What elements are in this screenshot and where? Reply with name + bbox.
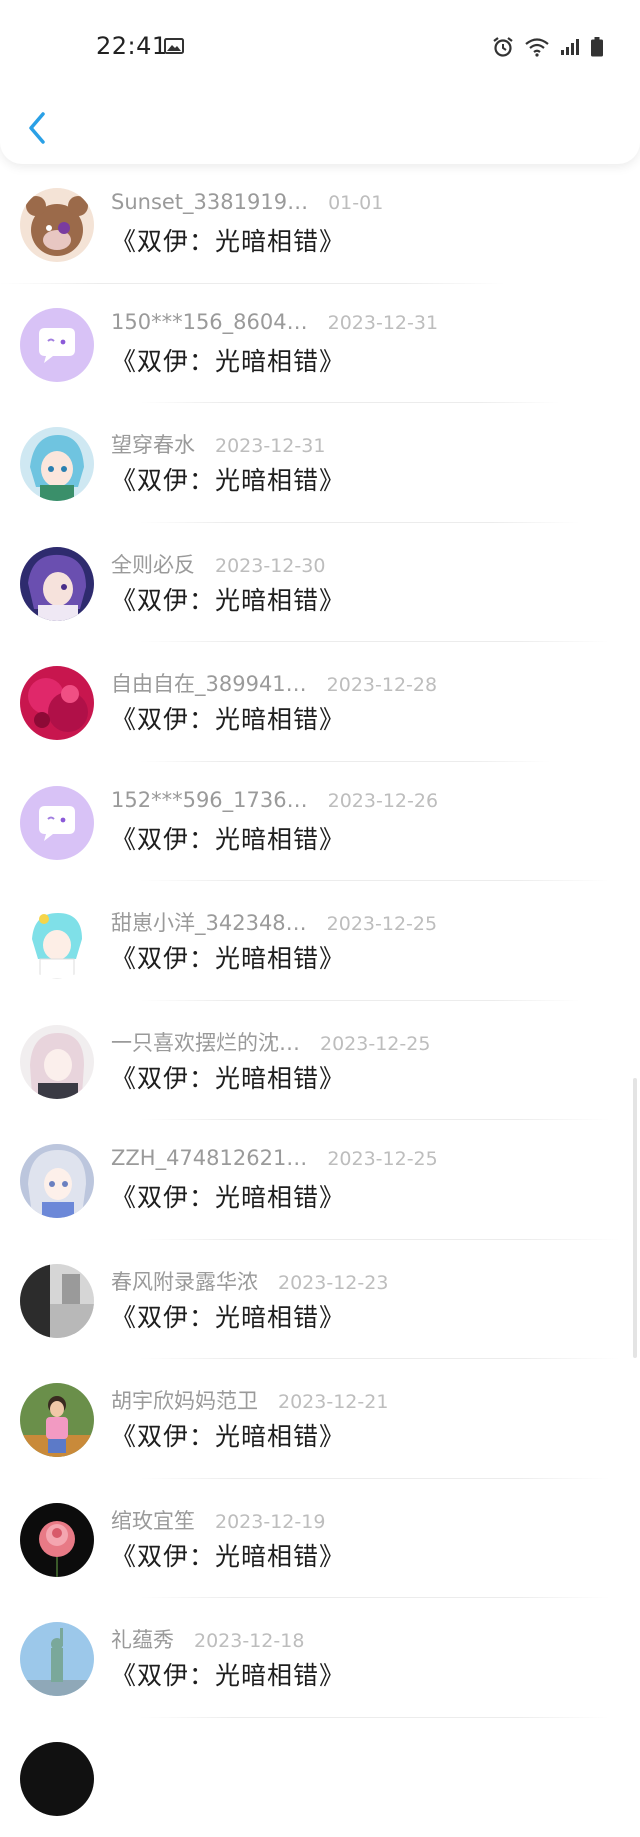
list-item[interactable]: 春风附录露华浓 2023-12-23 《双伊：光暗相错》 [0,1240,640,1360]
avatar[interactable] [20,1144,94,1218]
item-date: 2023-12-25 [320,1033,430,1055]
avatar[interactable] [20,427,94,501]
book-title: 《双伊：光暗相错》 [111,342,345,378]
list-item[interactable]: Sunset_3381919… 01-01 《双伊：光暗相错》 [0,164,640,284]
user-name: 望穿春水 [111,429,195,459]
book-title: 《双伊：光暗相错》 [111,1178,345,1214]
list-item[interactable]: 礼蕴秀 2023-12-18 《双伊：光暗相错》 [0,1598,640,1718]
user-name: 一只喜欢摆烂的沈… [111,1027,300,1057]
user-name: 自由自在_389941… [111,668,307,698]
reader-list: Sunset_3381919…01-01《双伊：光暗相错》150***156_8… [0,164,640,1837]
chevron-left-icon [27,111,47,145]
item-date: 2023-12-31 [215,435,325,457]
list-item[interactable]: 152***596_1736… 2023-12-26 《双伊：光暗相错》 [0,762,640,882]
book-title: 《双伊：光暗相错》 [111,1059,345,1095]
scrollbar[interactable] [633,1078,637,1358]
item-date: 2023-12-21 [278,1391,388,1413]
book-title: 《双伊：光暗相错》 [111,700,345,736]
avatar[interactable] [20,188,94,262]
back-button[interactable] [22,108,52,148]
list-item[interactable] [0,1718,640,1837]
book-title: 《双伊：光暗相错》 [111,461,345,497]
item-date: 2023-12-30 [215,555,325,577]
list-item[interactable]: 150***156_8604… 2023-12-31 《双伊：光暗相错》 [0,284,640,404]
avatar[interactable] [20,1742,94,1816]
book-title: 《双伊：光暗相错》 [111,222,345,258]
user-name: 胡宇欣妈妈范卫 [111,1385,258,1415]
user-name: 152***596_1736… [111,788,308,812]
user-name: ZZH_474812621… [111,1146,307,1170]
book-title: 《双伊：光暗相错》 [111,1656,345,1692]
top-bar: 22:41 [0,0,640,164]
book-title: 《双伊：光暗相错》 [111,581,345,617]
item-meta: 望穿春水 2023-12-31 [111,429,325,459]
item-date: 01-01 [328,192,383,214]
item-date: 2023-12-23 [278,1272,388,1294]
alarm-icon [492,36,514,58]
user-name: 礼蕴秀 [111,1624,174,1654]
item-meta: 全则必反 2023-12-30 [111,549,325,579]
item-meta: 春风附录露华浓 2023-12-23 [111,1266,388,1296]
item-meta: 绾玫宜笙 2023-12-19 [111,1505,325,1535]
avatar[interactable] [20,308,94,382]
avatar[interactable] [20,1622,94,1696]
avatar[interactable] [20,1264,94,1338]
book-title: 《双伊：光暗相错》 [111,939,345,975]
item-date: 2023-12-25 [327,1148,437,1170]
avatar[interactable] [20,905,94,979]
book-title: 《双伊：光暗相错》 [111,820,345,856]
avatar[interactable] [20,1383,94,1457]
item-meta: 一只喜欢摆烂的沈… 2023-12-25 [111,1027,430,1057]
wifi-icon [524,37,550,57]
list-item[interactable]: 望穿春水 2023-12-31 《双伊：光暗相错》 [0,403,640,523]
avatar[interactable] [20,786,94,860]
item-meta: 甜崽小洋_342348… 2023-12-25 [111,907,437,937]
item-date: 2023-12-25 [327,913,437,935]
list-item[interactable]: ZZH_474812621… 2023-12-25 《双伊：光暗相错》 [0,1120,640,1240]
user-name: Sunset_3381919… [111,190,308,214]
list-item[interactable]: 甜崽小洋_342348… 2023-12-25 《双伊：光暗相错》 [0,881,640,1001]
list-item[interactable]: 一只喜欢摆烂的沈… 2023-12-25 《双伊：光暗相错》 [0,1001,640,1121]
book-title: 《双伊：光暗相错》 [111,1298,345,1334]
user-name: 绾玫宜笙 [111,1505,195,1535]
user-name: 甜崽小洋_342348… [111,907,307,937]
status-time: 22:41 [96,32,168,60]
item-date: 2023-12-28 [327,674,437,696]
book-title: 《双伊：光暗相错》 [111,1417,345,1453]
book-title: 《双伊：光暗相错》 [111,1537,345,1573]
item-meta: 152***596_1736… 2023-12-26 [111,788,438,812]
item-meta: ZZH_474812621… 2023-12-25 [111,1146,438,1170]
item-date: 2023-12-18 [194,1630,304,1652]
battery-icon [590,37,604,57]
user-name: 全则必反 [111,549,195,579]
list-item[interactable]: 自由自在_389941… 2023-12-28 《双伊：光暗相错》 [0,642,640,762]
user-name: 春风附录露华浓 [111,1266,258,1296]
list-item[interactable]: 胡宇欣妈妈范卫 2023-12-21 《双伊：光暗相错》 [0,1359,640,1479]
item-meta: 自由自在_389941… 2023-12-28 [111,668,437,698]
list-item[interactable]: 全则必反 2023-12-30 《双伊：光暗相错》 [0,523,640,643]
image-icon [164,38,184,54]
signal-icon [560,38,580,56]
user-name: 150***156_8604… [111,310,308,334]
status-icons [492,36,604,58]
item-meta: 150***156_8604… 2023-12-31 [111,310,438,334]
list-item[interactable]: 绾玫宜笙 2023-12-19 《双伊：光暗相错》 [0,1479,640,1599]
item-meta: 胡宇欣妈妈范卫 2023-12-21 [111,1385,388,1415]
item-date: 2023-12-26 [328,790,438,812]
avatar[interactable] [20,1025,94,1099]
avatar[interactable] [20,666,94,740]
item-date: 2023-12-31 [328,312,438,334]
item-date: 2023-12-19 [215,1511,325,1533]
avatar[interactable] [20,1503,94,1577]
item-meta: 礼蕴秀 2023-12-18 [111,1624,304,1654]
item-meta: Sunset_3381919… 01-01 [111,190,383,214]
avatar[interactable] [20,547,94,621]
